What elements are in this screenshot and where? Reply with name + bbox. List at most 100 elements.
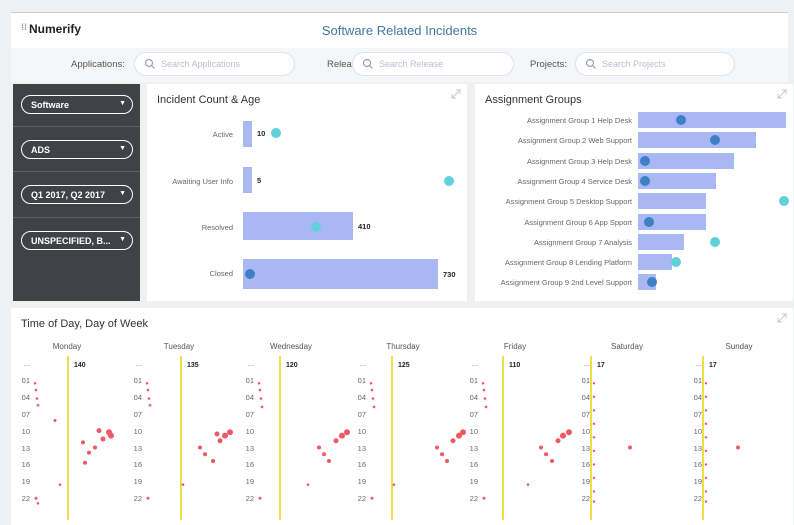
incident-time-dot[interactable] [93,445,97,450]
incident-time-dot[interactable] [34,388,38,392]
incident-time-dot[interactable] [704,463,708,466]
incident-time-dot[interactable] [36,403,40,407]
incident-time-dot[interactable] [592,436,596,439]
assignment-group-marker[interactable] [640,155,650,166]
assignment-group-bar[interactable] [638,152,734,169]
applications-search-input[interactable]: Search Applications [134,52,295,76]
incident-time-dot[interactable] [704,436,708,439]
incident-time-dot[interactable] [526,483,530,486]
incident-bar-closed[interactable] [243,259,438,289]
incident-time-dot[interactable] [198,445,202,450]
expand-icon[interactable] [777,89,787,99]
incident-time-dot[interactable] [333,438,339,444]
incident-time-dot[interactable] [36,501,40,505]
incident-time-dot[interactable] [100,436,106,442]
expand-icon[interactable] [451,89,461,99]
incident-time-dot[interactable] [392,483,396,486]
incident-time-dot[interactable] [146,388,150,392]
age-marker-resolved[interactable] [311,222,321,232]
incident-time-dot[interactable] [592,395,596,398]
assignment-group-bar[interactable] [638,193,706,210]
incident-time-dot[interactable] [147,397,151,400]
assignment-group-marker[interactable] [710,236,720,247]
incident-time-dot[interactable] [34,496,38,500]
incident-time-dot[interactable] [87,450,91,455]
incident-time-dot[interactable] [217,438,223,444]
incident-time-dot[interactable] [369,381,373,385]
incident-time-dot[interactable] [146,496,150,500]
incident-time-dot[interactable] [592,382,596,385]
incident-time-dot[interactable] [259,397,263,400]
incident-time-dot[interactable] [592,490,596,493]
incident-time-dot[interactable] [445,459,449,464]
incident-time-dot[interactable] [372,405,376,409]
incident-time-dot[interactable] [96,428,102,434]
group-dropdown[interactable]: ADS ▼ [21,140,133,159]
incident-time-dot[interactable] [704,490,708,493]
incident-time-dot[interactable] [370,388,374,392]
incident-time-dot[interactable] [258,388,262,392]
incident-time-dot[interactable] [550,459,554,464]
incident-time-dot[interactable] [108,432,114,439]
incident-time-dot[interactable] [482,496,486,500]
incident-time-dot[interactable] [214,431,220,437]
incident-time-dot[interactable] [370,496,374,500]
incident-time-dot[interactable] [592,409,596,412]
incident-time-dot[interactable] [704,500,708,503]
assignment-group-marker[interactable] [676,115,686,125]
period-dropdown[interactable]: Q1 2017, Q2 2017 ▼ [21,185,133,204]
incident-time-dot[interactable] [258,496,262,500]
incident-time-dot[interactable] [339,432,345,439]
age-marker-awaiting[interactable] [444,176,454,186]
age-marker-active[interactable] [271,128,281,138]
assignment-group-bar[interactable] [638,233,684,250]
incident-time-dot[interactable] [484,405,488,409]
incident-time-dot[interactable] [592,422,596,426]
incident-time-dot[interactable] [327,459,331,464]
incident-time-dot[interactable] [704,409,708,412]
incident-time-dot[interactable] [544,452,548,457]
priority-dropdown[interactable]: UNSPECIFIED, B... ▼ [21,231,133,250]
incident-time-dot[interactable] [560,432,566,439]
incident-time-dot[interactable] [317,445,321,450]
assignment-group-marker[interactable] [779,196,789,207]
incident-time-dot[interactable] [306,483,310,486]
assignment-group-bar[interactable] [638,112,786,128]
incident-time-dot[interactable] [81,440,85,445]
incident-time-dot[interactable] [704,449,708,453]
incident-time-dot[interactable] [322,452,326,457]
release-search-input[interactable]: Search Release [352,52,514,76]
incident-time-dot[interactable] [203,452,207,457]
incident-time-dot[interactable] [227,429,233,436]
incident-time-dot[interactable] [592,463,596,466]
incident-time-dot[interactable] [592,449,596,453]
incident-bar-resolved[interactable] [243,212,353,240]
incident-time-dot[interactable] [257,381,261,385]
incident-time-dot[interactable] [736,445,740,450]
assignment-group-marker[interactable] [644,216,654,227]
incident-time-dot[interactable] [440,452,444,457]
incident-time-dot[interactable] [704,395,708,398]
incident-time-dot[interactable] [53,418,57,422]
incident-time-dot[interactable] [482,388,486,392]
incident-time-dot[interactable] [211,459,215,464]
incident-time-dot[interactable] [371,397,375,400]
assignment-group-bar[interactable] [638,132,756,149]
incident-time-dot[interactable] [704,476,708,480]
incident-time-dot[interactable] [83,460,87,465]
incident-time-dot[interactable] [481,381,485,385]
projects-search-input[interactable]: Search Projects [575,52,735,76]
incident-bar-awaiting[interactable] [243,167,252,193]
incident-time-dot[interactable] [58,483,62,486]
incident-time-dot[interactable] [148,403,152,407]
incident-time-dot[interactable] [222,432,228,439]
incident-bar-active[interactable] [243,121,252,147]
incident-time-dot[interactable] [539,445,543,450]
incident-time-dot[interactable] [35,397,39,400]
incident-time-dot[interactable] [555,438,561,444]
assignment-group-bar[interactable] [638,254,672,271]
incident-time-dot[interactable] [704,382,708,385]
domain-dropdown[interactable]: Software ▼ [21,95,133,114]
incident-time-dot[interactable] [260,405,264,409]
incident-time-dot[interactable] [483,397,487,400]
